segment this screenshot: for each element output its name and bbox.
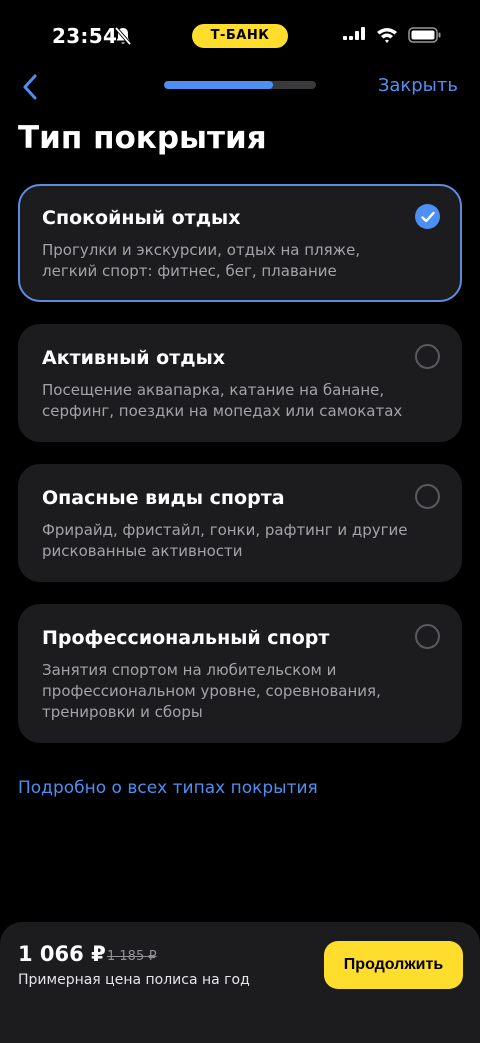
option-title: Активный отдых [42, 347, 226, 369]
price: 1 066 ₽ [18, 942, 106, 966]
battery-icon [408, 27, 441, 43]
cellular-signal-icon [343, 27, 365, 40]
price-caption: Примерная цена полиса на год [18, 972, 250, 988]
step-progress-bar [164, 81, 316, 89]
coverage-option-extreme-sports[interactable]: Опасные виды спорта Фрирайд, фристайл, г… [18, 464, 462, 582]
option-title: Опасные виды спорта [42, 487, 285, 509]
option-radio[interactable] [415, 204, 440, 229]
option-description: Посещение аквапарка, катание на банане, … [42, 381, 403, 420]
bell-off-icon [114, 26, 132, 46]
option-radio[interactable] [415, 484, 440, 509]
coverage-option-calm-rest[interactable]: Спокойный отдых Прогулки и экскурсии, от… [18, 184, 462, 302]
bottom-price-bar: 1 066 ₽ 1 185 ₽ Примерная цена полиса на… [0, 922, 480, 1043]
option-description: Прогулки и экскурсии, отдых на пляже, ле… [42, 241, 361, 280]
step-progress-fill [164, 81, 274, 89]
continue-button[interactable]: Продолжить [324, 941, 463, 989]
option-description: Занятия спортом на любительском и профес… [42, 661, 381, 721]
carrier-pill: Т-БАНК [192, 24, 288, 48]
coverage-option-active-rest[interactable]: Активный отдых Посещение аквапарка, ката… [18, 324, 462, 442]
screen: 23:54 Т-БАНК Закрыть Тип покрытия Спокой… [0, 0, 480, 1043]
option-description: Фрирайд, фристайл, гонки, рафтинг и друг… [42, 521, 408, 560]
option-title: Профессиональный спорт [42, 627, 330, 649]
status-time: 23:54 [52, 24, 118, 48]
coverage-options-list: Спокойный отдых Прогулки и экскурсии, от… [18, 184, 462, 765]
coverage-details-link[interactable]: Подробно о всех типах покрытия [18, 778, 318, 798]
coverage-option-professional-sports[interactable]: Профессиональный спорт Занятия спортом н… [18, 604, 462, 743]
option-title: Спокойный отдых [42, 207, 241, 229]
status-icons [342, 26, 442, 44]
back-button[interactable] [10, 70, 50, 104]
checkmark-icon [420, 211, 435, 222]
wifi-icon [377, 28, 397, 43]
chevron-left-icon [23, 74, 37, 100]
option-radio[interactable] [415, 344, 440, 369]
old-price: 1 185 ₽ [107, 949, 157, 964]
close-button[interactable]: Закрыть [378, 75, 458, 96]
status-bar: 23:54 Т-БАНК [0, 0, 480, 70]
page-title: Тип покрытия [18, 120, 267, 156]
option-radio[interactable] [415, 624, 440, 649]
